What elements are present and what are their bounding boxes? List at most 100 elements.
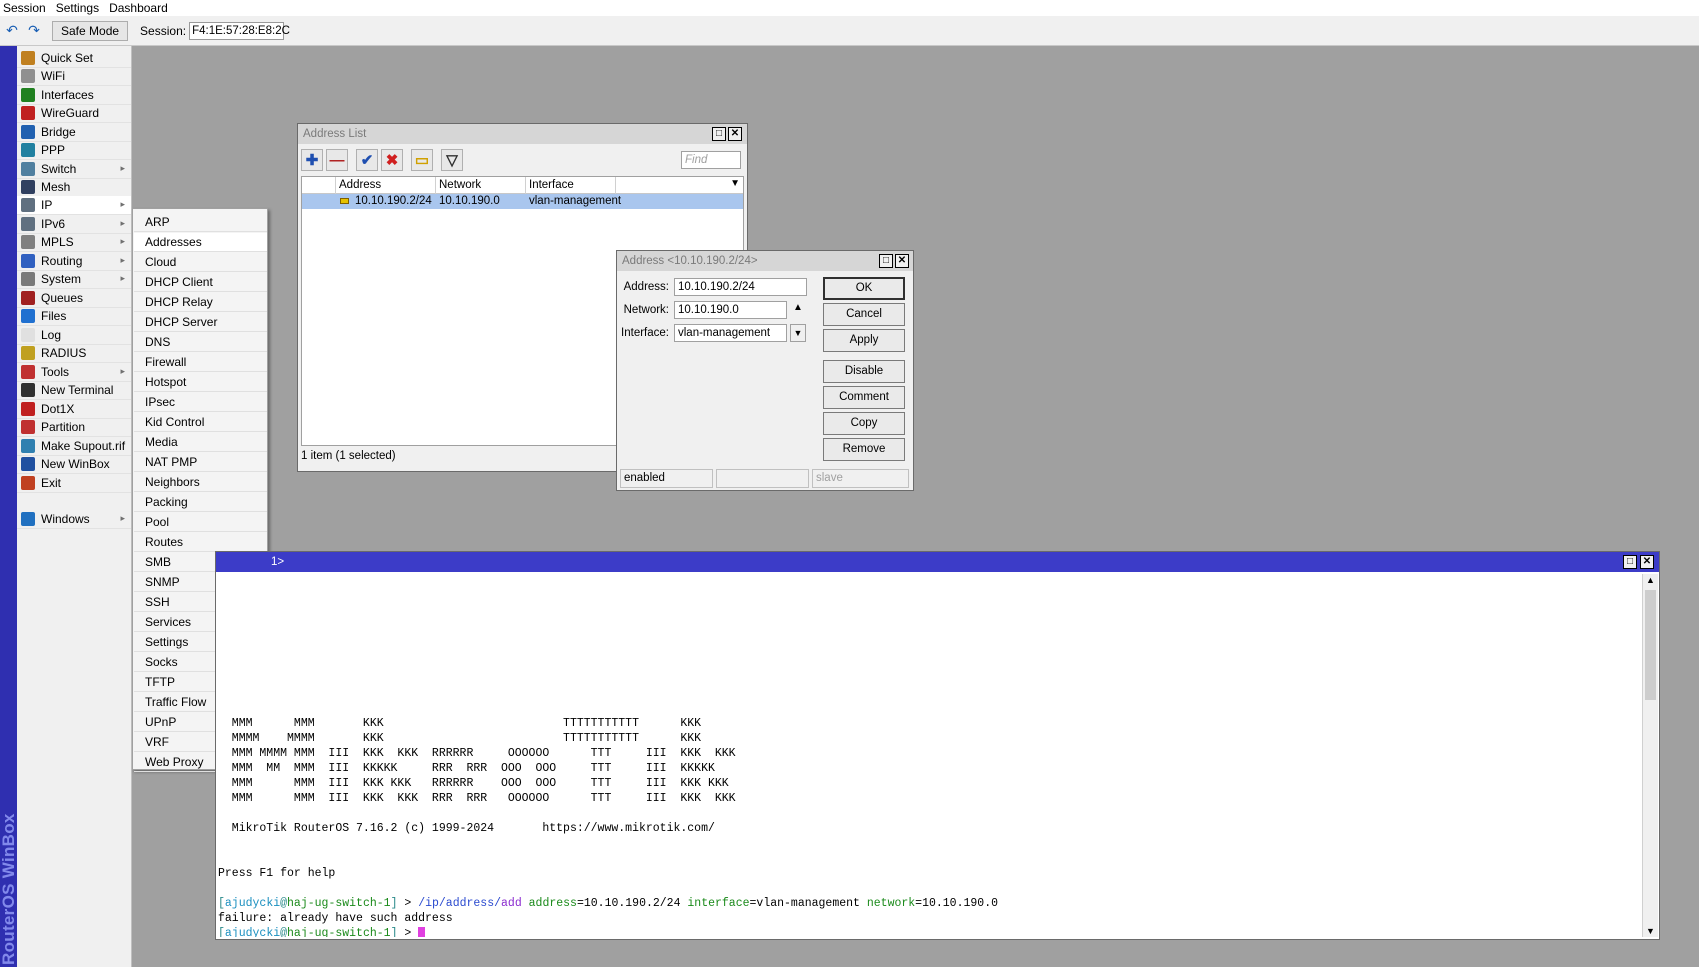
menu-settings[interactable]: Settings <box>53 0 106 16</box>
arg-value: 10.10.190.0 <box>922 897 998 910</box>
header-network[interactable]: Network <box>436 177 526 194</box>
supout-icon <box>21 439 35 453</box>
submenu-item-kid-control[interactable]: Kid Control <box>134 413 267 432</box>
remove-icon[interactable]: — <box>326 149 348 171</box>
enable-icon[interactable]: ✔ <box>356 149 378 171</box>
remove-button[interactable]: Remove <box>823 438 905 461</box>
disable-button[interactable]: Disable <box>823 360 905 383</box>
scroll-thumb[interactable] <box>1645 590 1656 700</box>
address-list-title[interactable]: Address List <box>298 124 747 144</box>
nav-item-bridge[interactable]: Bridge <box>17 123 131 142</box>
collapse-icon[interactable]: ▲ <box>793 302 803 313</box>
find-input[interactable]: Find <box>681 151 741 169</box>
nav-item-quick-set[interactable]: Quick Set <box>17 49 131 68</box>
submenu-item-firewall[interactable]: Firewall <box>134 353 267 372</box>
nav-item-wireguard[interactable]: WireGuard <box>17 104 131 123</box>
undo-icon[interactable]: ↶ <box>2 21 22 41</box>
nav-item-exit[interactable]: Exit <box>17 474 131 493</box>
submenu-item-hotspot[interactable]: Hotspot <box>134 373 267 392</box>
submenu-item-arp[interactable]: ARP <box>134 213 267 232</box>
nav-item-ip[interactable]: IP ▸ <box>17 196 131 215</box>
nav-item-new-winbox[interactable]: New WinBox <box>17 455 131 474</box>
nav-item-mpls[interactable]: MPLS ▸ <box>17 233 131 252</box>
redo-icon[interactable]: ↷ <box>24 21 44 41</box>
nav-item-log[interactable]: Log <box>17 326 131 345</box>
address-dialog: Address <10.10.190.2/24> □ ✕ Address: 10… <box>616 250 914 491</box>
menubar: Session Settings Dashboard <box>0 0 1699 16</box>
address-dialog-title[interactable]: Address <10.10.190.2/24> <box>617 251 913 271</box>
dropdown-icon[interactable]: ▼ <box>790 324 806 342</box>
nav-item-switch[interactable]: Switch ▸ <box>17 160 131 179</box>
submenu-item-dhcp-client[interactable]: DHCP Client <box>134 273 267 292</box>
nav-item-wifi[interactable]: WiFi <box>17 67 131 86</box>
apply-button[interactable]: Apply <box>823 329 905 352</box>
prompt-line[interactable]: [ajudycki@haj-ug-switch-1] > <box>218 926 1641 937</box>
column-dropdown-icon[interactable]: ▼ <box>730 178 740 189</box>
menu-session[interactable]: Session <box>0 0 53 16</box>
submenu-item-dhcp-relay[interactable]: DHCP Relay <box>134 293 267 312</box>
submenu-item-media[interactable]: Media <box>134 433 267 452</box>
ok-button[interactable]: OK <box>823 277 905 300</box>
nav-item-queues[interactable]: Queues <box>17 289 131 308</box>
nav-item-system[interactable]: System ▸ <box>17 270 131 289</box>
menu-dashboard[interactable]: Dashboard <box>106 0 175 16</box>
session-input[interactable]: F4:1E:57:28:E8:2C <box>189 21 290 40</box>
nav-item-files[interactable]: Files <box>17 307 131 326</box>
submenu-arrow-icon: ▸ <box>120 236 125 246</box>
nav-item-windows[interactable]: Windows ▸ <box>17 510 131 529</box>
network-input[interactable]: 10.10.190.0 <box>674 301 787 319</box>
exit-icon <box>21 476 35 490</box>
nav-item-routing[interactable]: Routing ▸ <box>17 252 131 271</box>
address-input[interactable]: 10.10.190.2/24 <box>674 278 807 296</box>
nav-item-ipv6[interactable]: IPv6 ▸ <box>17 215 131 234</box>
submenu-item-neighbors[interactable]: Neighbors <box>134 473 267 492</box>
nav-item-partition[interactable]: Partition <box>17 418 131 437</box>
comment-icon[interactable]: ▭ <box>411 149 433 171</box>
arg-key: network <box>866 897 916 910</box>
submenu-item-pool[interactable]: Pool <box>134 513 267 532</box>
terminal-scrollbar[interactable]: ▲ ▼ <box>1642 574 1658 937</box>
safe-mode-button[interactable]: Safe Mode <box>52 20 129 41</box>
submenu-item-packing[interactable]: Packing <box>134 493 267 512</box>
filter-icon[interactable]: ▽ <box>441 149 463 171</box>
close-icon[interactable]: ✕ <box>1640 555 1654 569</box>
submenu-item-addresses[interactable]: Addresses <box>134 233 267 252</box>
header-address[interactable]: Address <box>336 177 436 194</box>
table-row[interactable]: 10.10.190.2/24 10.10.190.0 vlan-manageme… <box>302 194 743 209</box>
close-icon[interactable]: ✕ <box>728 127 742 141</box>
nav-item-make-supout-rif[interactable]: Make Supout.rif <box>17 437 131 456</box>
submenu-item-cloud[interactable]: Cloud <box>134 253 267 272</box>
scroll-down-icon[interactable]: ▼ <box>1646 926 1655 936</box>
maximize-icon[interactable]: □ <box>879 254 893 268</box>
close-icon[interactable]: ✕ <box>895 254 909 268</box>
nav-item-mesh[interactable]: Mesh <box>17 178 131 197</box>
nav-item-interfaces[interactable]: Interfaces <box>17 86 131 105</box>
nav-item-dot1x[interactable]: Dot1X <box>17 400 131 419</box>
submenu-item-ipsec[interactable]: IPsec <box>134 393 267 412</box>
add-icon[interactable]: ✚ <box>301 149 323 171</box>
header-interface[interactable]: Interface <box>526 177 616 194</box>
cancel-button[interactable]: Cancel <box>823 303 905 326</box>
interface-select[interactable]: vlan-management <box>674 324 787 342</box>
banner-line: MMMM MMMM KKK TTTTTTTTTTT KKK <box>218 732 702 745</box>
nav-item-radius[interactable]: RADIUS <box>17 344 131 363</box>
submenu-item-nat-pmp[interactable]: NAT PMP <box>134 453 267 472</box>
maximize-icon[interactable]: □ <box>712 127 726 141</box>
header-flags[interactable] <box>302 177 336 194</box>
submenu-item-routes[interactable]: Routes <box>134 533 267 552</box>
scroll-up-icon[interactable]: ▲ <box>1646 575 1655 585</box>
nav-item-ppp[interactable]: PPP <box>17 141 131 160</box>
maximize-icon[interactable]: □ <box>1623 555 1637 569</box>
nav-item-label: Queues <box>41 291 84 305</box>
comment-button[interactable]: Comment <box>823 386 905 409</box>
copy-button[interactable]: Copy <box>823 412 905 435</box>
submenu-item-dhcp-server[interactable]: DHCP Server <box>134 313 267 332</box>
nav-item-tools[interactable]: Tools ▸ <box>17 363 131 382</box>
terminal-output[interactable]: MMM MMM KKK TTTTTTTTTTT KKK MMMM MMMM KK… <box>218 574 1641 937</box>
log-icon <box>21 328 35 342</box>
disable-icon[interactable]: ✖ <box>381 149 403 171</box>
terminal-title[interactable]: 1> <box>216 552 1659 572</box>
nav-item-new-terminal[interactable]: New Terminal <box>17 381 131 400</box>
submenu-item-dns[interactable]: DNS <box>134 333 267 352</box>
session-label: Session: <box>140 23 187 38</box>
